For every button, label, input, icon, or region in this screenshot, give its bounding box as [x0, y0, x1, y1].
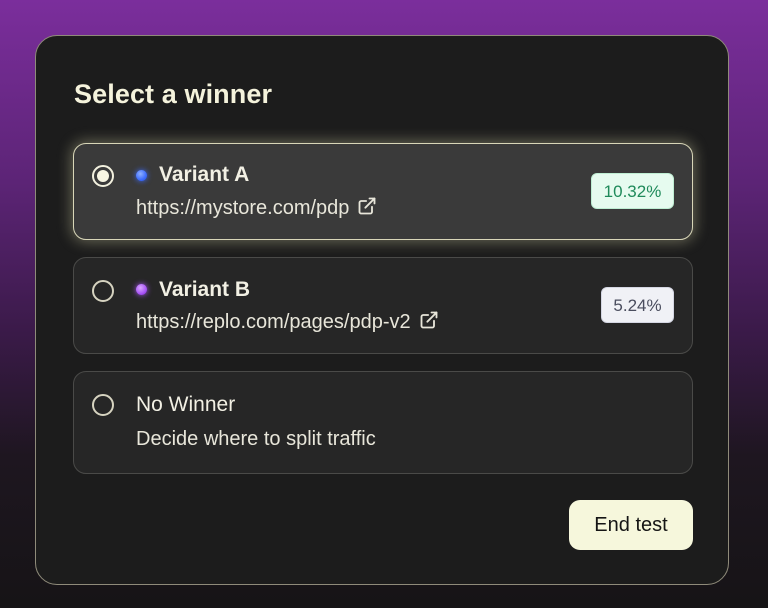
option-variant-a[interactable]: Variant A https://mystore.com/pdp 10.32% — [73, 143, 693, 240]
option-no-winner[interactable]: No Winner Decide where to split traffic — [73, 371, 693, 474]
no-winner-label: No Winner — [136, 393, 236, 416]
select-winner-card: Select a winner Variant A https://mystor… — [35, 35, 729, 585]
option-variant-b[interactable]: Variant B https://replo.com/pages/pdp-v2… — [73, 257, 693, 354]
variant-a-url-row: https://mystore.com/pdp — [136, 196, 377, 220]
variant-b-color-dot — [136, 284, 147, 295]
radio-variant-b[interactable] — [92, 280, 114, 302]
variant-b-url[interactable]: https://replo.com/pages/pdp-v2 — [136, 311, 411, 333]
external-link-icon[interactable] — [419, 310, 439, 330]
card-title: Select a winner — [74, 79, 273, 109]
variant-a-rate-badge: 10.32% — [591, 173, 674, 209]
no-winner-description: Decide where to split traffic — [136, 428, 376, 450]
variant-b-url-row: https://replo.com/pages/pdp-v2 — [136, 310, 439, 334]
end-test-button[interactable]: End test — [569, 500, 693, 550]
variant-a-name: Variant A — [159, 163, 250, 186]
external-link-icon[interactable] — [357, 196, 377, 216]
radio-no-winner[interactable] — [92, 394, 114, 416]
variant-b-name: Variant B — [159, 278, 251, 301]
variant-a-url[interactable]: https://mystore.com/pdp — [136, 197, 349, 219]
variant-b-rate-badge: 5.24% — [601, 287, 674, 323]
radio-variant-a[interactable] — [92, 165, 114, 187]
variant-a-color-dot — [136, 170, 147, 181]
